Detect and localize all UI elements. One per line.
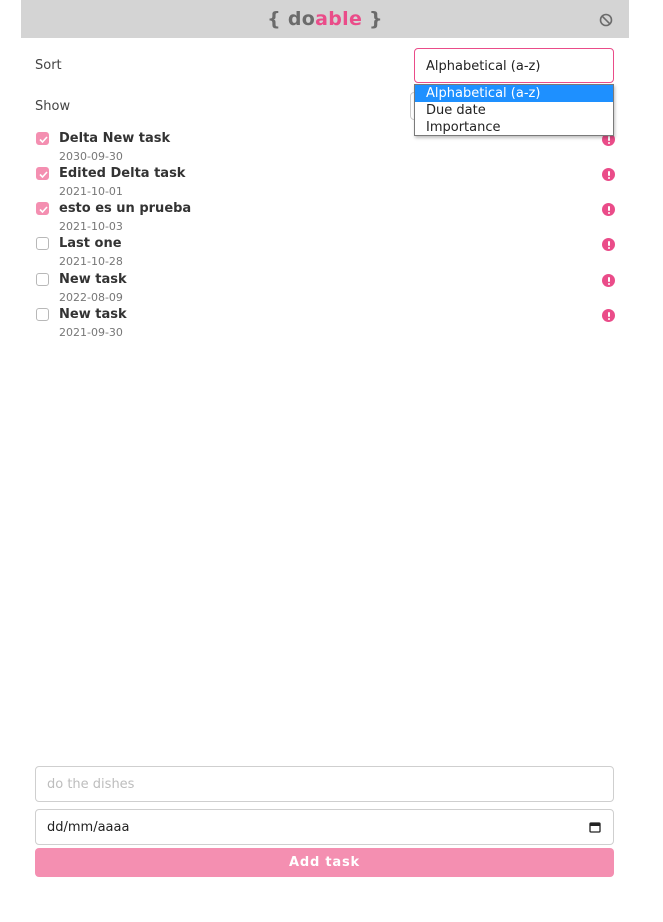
task-title: esto es un prueba	[59, 201, 192, 216]
task-checkbox[interactable]	[36, 167, 49, 180]
task-title: Delta New task	[59, 131, 171, 146]
checkmark-icon	[39, 206, 48, 214]
task-checkbox[interactable]	[36, 308, 49, 321]
importance-icon[interactable]	[602, 238, 615, 251]
task-date: 2021-10-01	[59, 185, 123, 198]
show-label: Show	[35, 99, 71, 114]
due-date-value: dd/mm/aaaa	[47, 820, 130, 835]
importance-icon[interactable]	[602, 309, 615, 322]
calendar-icon[interactable]	[589, 821, 601, 833]
logo-brace-open: {	[267, 8, 288, 30]
task-checkbox[interactable]	[36, 273, 49, 286]
list-item: Edited Delta task 2021-10-01	[35, 166, 615, 200]
task-title: Edited Delta task	[59, 166, 186, 181]
list-item: Delta New task 2030-09-30	[35, 131, 615, 165]
checkmark-icon	[39, 171, 48, 179]
list-item: New task 2021-09-30	[35, 307, 615, 341]
add-task-button[interactable]: Add task	[35, 848, 614, 877]
list-item: esto es un prueba 2021-10-03	[35, 201, 615, 235]
task-date: 2021-09-30	[59, 326, 123, 339]
task-title: New task	[59, 307, 127, 322]
app-header: { doable }	[21, 0, 629, 38]
list-item: New task 2022-08-09	[35, 272, 615, 306]
sort-option-due-date[interactable]: Due date	[415, 102, 613, 119]
checkmark-icon	[39, 136, 48, 144]
due-date-input[interactable]: dd/mm/aaaa	[35, 809, 614, 845]
task-title: New task	[59, 272, 127, 287]
app-container: { doable } Sort Alphabetical (a-z) Show …	[21, 0, 629, 922]
task-checkbox[interactable]	[36, 202, 49, 215]
logo-do: do	[287, 8, 316, 30]
task-checkbox[interactable]	[36, 237, 49, 250]
sort-option-alphabetical[interactable]: Alphabetical (a-z)	[415, 85, 613, 102]
importance-icon[interactable]	[602, 274, 615, 287]
logo-brace-close: }	[362, 8, 383, 30]
sort-label: Sort	[35, 58, 62, 73]
task-date: 2021-10-28	[59, 255, 123, 268]
sort-select[interactable]: Alphabetical (a-z)	[414, 48, 614, 83]
logout-button[interactable]	[599, 12, 613, 27]
importance-icon[interactable]	[602, 168, 615, 181]
task-date: 2030-09-30	[59, 150, 123, 163]
task-title: Last one	[59, 236, 122, 251]
list-item: Last one 2021-10-28	[35, 236, 615, 270]
task-checkbox[interactable]	[36, 132, 49, 145]
sort-dropdown: Alphabetical (a-z) Due date Importance	[414, 84, 614, 136]
importance-icon[interactable]	[602, 203, 615, 216]
task-date: 2021-10-03	[59, 220, 123, 233]
task-title-input[interactable]: do the dishes	[35, 766, 614, 802]
task-date: 2022-08-09	[59, 291, 123, 304]
app-logo: { doable }	[267, 8, 383, 30]
logo-able: able	[315, 8, 363, 30]
sort-option-importance[interactable]: Importance	[415, 119, 613, 136]
block-icon	[599, 13, 613, 27]
